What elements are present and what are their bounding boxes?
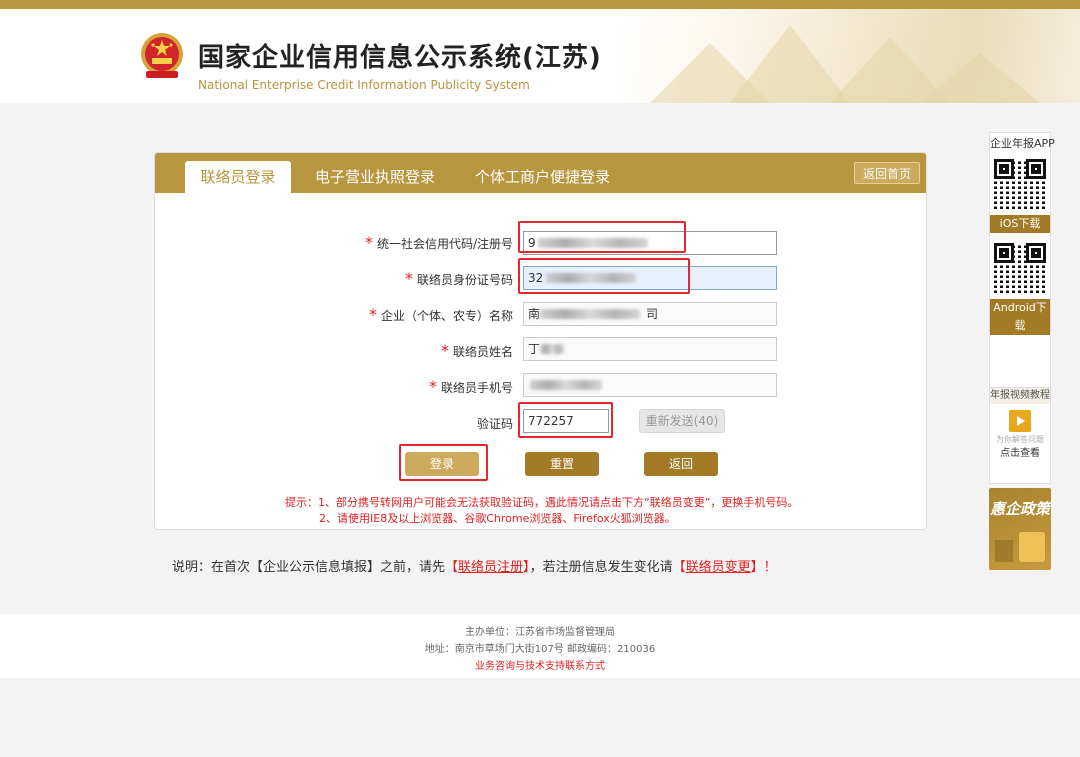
- ios-qr-code-icon: [994, 159, 1046, 211]
- id-number-input[interactable]: 32: [523, 266, 777, 290]
- reset-button[interactable]: 重置: [525, 452, 599, 476]
- policy-banner[interactable]: 惠企政策: [989, 488, 1051, 570]
- login-button[interactable]: 登录: [405, 452, 479, 476]
- top-accent-bar: [0, 0, 1080, 9]
- document-icon: [1019, 532, 1045, 562]
- footer-contact-link[interactable]: 业务咨询与技术支持联系方式: [0, 658, 1080, 675]
- id-number-label: * 联络员身份证号码: [404, 269, 513, 288]
- login-tips: 提示：1、部分携号转网用户可能会无法获取验证码，遇此情况请点击下方“联络员变更”…: [285, 496, 799, 525]
- android-download-button[interactable]: Android下载: [990, 299, 1050, 335]
- captcha-label: 验证码: [476, 417, 513, 431]
- resend-code-button[interactable]: 重新发送(40): [639, 409, 725, 433]
- back-button[interactable]: 返回: [644, 452, 718, 476]
- tab-individual-login[interactable]: 个体工商户便捷登录: [475, 161, 610, 193]
- site-subtitle: National Enterprise Credit Information P…: [198, 78, 530, 92]
- header-landscape: [620, 9, 1080, 103]
- site-footer: 主办单位：江苏省市场监督管理局 地址：南京市草场门大街107号 邮政编码：210…: [0, 614, 1080, 678]
- video-view-link[interactable]: 点击查看: [990, 446, 1050, 462]
- site-title: 国家企业信用信息公示系统(江苏): [198, 43, 602, 73]
- video-subtitle: 为你解答问题: [996, 435, 1044, 444]
- captcha-input[interactable]: 772257: [523, 409, 609, 433]
- play-video-icon: [1009, 410, 1031, 432]
- contact-register-link[interactable]: 联络员注册: [458, 560, 523, 575]
- app-download-box: 企业年报APP iOS下载 Android下载: [989, 132, 1055, 388]
- video-tutorial-title: 年报视频教程: [990, 388, 1050, 404]
- tab-contact-login[interactable]: 联络员登录: [185, 161, 291, 193]
- login-panel: 联络员登录 电子营业执照登录 个体工商户便捷登录 返回首页 * 统一社会信用代码/…: [154, 152, 927, 530]
- ios-download-button[interactable]: iOS下载: [990, 215, 1050, 233]
- policy-banner-text: 惠企政策: [989, 500, 1050, 518]
- company-name-field: 南 司: [523, 302, 777, 326]
- app-title: 企业年报APP: [990, 137, 1055, 150]
- credit-code-input[interactable]: 9: [523, 231, 777, 255]
- contact-phone-label: * 联络员手机号: [428, 377, 513, 396]
- contact-phone-field: [523, 373, 777, 397]
- login-tabs-bar: 联络员登录 电子营业执照登录 个体工商户便捷登录 返回首页: [155, 153, 926, 193]
- footer-address: 地址：南京市草场门大街107号 邮政编码：210036: [424, 644, 656, 655]
- tab-e-license-login[interactable]: 电子营业执照登录: [315, 161, 435, 193]
- credit-code-label: * 统一社会信用代码/注册号: [364, 233, 513, 252]
- video-tutorial-box: 年报视频教程 为你解答问题 点击查看: [989, 388, 1051, 484]
- contact-change-link[interactable]: 联络员变更: [686, 560, 751, 575]
- company-name-label: * 企业（个体、农专）名称: [368, 305, 513, 324]
- required-mark: *: [364, 233, 373, 252]
- national-emblem-icon: [141, 33, 183, 78]
- back-home-button[interactable]: 返回首页: [854, 162, 920, 184]
- building-icon: [995, 540, 1013, 562]
- contact-name-field: 丁: [523, 337, 777, 361]
- footer-host: 主办单位：江苏省市场监督管理局: [465, 627, 615, 638]
- site-header: 国家企业信用信息公示系统(江苏) National Enterprise Cre…: [0, 9, 1080, 103]
- android-qr-code-icon: [994, 243, 1046, 295]
- instruction-note: 说明：在首次【企业公示信息填报】之前，请先【联络员注册】，若注册信息发生变化请【…: [172, 560, 777, 575]
- contact-name-label: * 联络员姓名: [440, 341, 513, 360]
